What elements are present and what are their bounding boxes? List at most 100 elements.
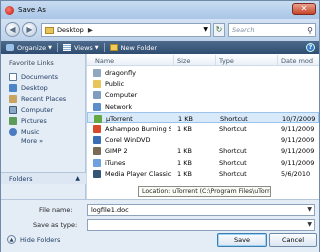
computer-icon	[9, 105, 17, 114]
chevron-down-icon[interactable]: ▼	[307, 220, 312, 230]
search-placeholder: Search	[232, 26, 255, 34]
sidebar-item-recent-places[interactable]: Recent Places	[1, 93, 85, 104]
hide-folders-label: Hide Folders	[20, 235, 61, 244]
file-row[interactable]: Computer	[87, 89, 319, 100]
window-title: Save As	[18, 6, 46, 14]
file-size: 1 KB	[177, 147, 192, 156]
file-row[interactable]: Media Player Classic 1 KB Shortcut 5/6/2010	[87, 168, 319, 179]
file-date: 9/11/2009	[281, 158, 315, 167]
file-name: µTorrent	[106, 114, 133, 123]
chevron-up-icon: ▲	[75, 175, 80, 182]
file-size: 1 KB	[177, 125, 192, 133]
file-date: 10/7/2009	[282, 114, 316, 123]
organize-button[interactable]: Organize ▼	[1, 41, 57, 54]
file-name: dragonfly	[105, 69, 136, 77]
column-header-type[interactable]: Type	[219, 57, 234, 65]
chevron-up-icon: ▲	[7, 235, 16, 244]
file-date: 9/11/2009	[281, 147, 315, 156]
save-type-label: Save as type:	[33, 221, 78, 229]
file-name: Network	[105, 102, 133, 111]
sidebar-item-desktop[interactable]: Desktop	[1, 82, 85, 93]
new-folder-icon	[109, 44, 118, 51]
location-tooltip: Location: uTorrent (C:\Program Files\uTo…	[138, 186, 271, 197]
documents-icon	[9, 72, 17, 81]
sidebar-item-label: Computer	[21, 105, 54, 114]
column-header-size[interactable]: Size	[177, 57, 190, 65]
recent-places-icon	[9, 94, 17, 103]
search-input[interactable]: Search ⚲	[228, 23, 316, 37]
column-divider[interactable]	[173, 55, 174, 65]
file-list: Name Size Type Date mod dragonfly Public C…	[87, 54, 319, 199]
chevron-down-icon[interactable]: ▼	[203, 26, 208, 33]
folders-toggle[interactable]: Folders ▲	[1, 172, 86, 184]
search-icon[interactable]: ⚲	[307, 25, 313, 37]
file-icon	[93, 69, 101, 77]
file-row[interactable]: Public	[87, 78, 319, 89]
breadcrumb-separator: ▶	[87, 26, 93, 34]
file-name-label: File name:	[39, 206, 73, 214]
folders-label: Folders	[9, 175, 33, 183]
file-name-input[interactable]: logfile1.doc ▼	[87, 204, 315, 216]
navigation-pane: Favorite Links Documents Desktop Recent …	[1, 54, 86, 199]
forward-button[interactable]: ▶	[22, 22, 37, 37]
title-bar: Save As ✕	[1, 1, 319, 19]
new-folder-label: New Folder	[120, 43, 157, 52]
sidebar-item-pictures[interactable]: Pictures	[1, 115, 85, 126]
cancel-button[interactable]: Cancel	[269, 233, 317, 247]
sidebar-item-music[interactable]: Music	[1, 126, 85, 137]
file-date: 9/11/2009	[281, 136, 315, 145]
address-bar[interactable]: Desktop ▶ ▼	[41, 23, 211, 37]
help-icon[interactable]: ?	[306, 43, 315, 52]
column-divider[interactable]	[215, 55, 216, 65]
chevron-down-icon: ▼	[94, 44, 99, 51]
file-icon	[93, 147, 101, 156]
file-icon	[93, 91, 101, 100]
save-type-select[interactable]: ▼	[87, 219, 315, 231]
sidebar-item-label: Recent Places	[21, 94, 67, 103]
file-icon	[93, 136, 101, 145]
app-icon	[5, 5, 14, 15]
file-type: Shortcut	[220, 114, 248, 123]
file-name: iTunes	[105, 158, 126, 167]
file-name: Media Player Classic	[105, 169, 171, 178]
close-button[interactable]: ✕	[292, 3, 316, 15]
refresh-button[interactable]: ↻	[213, 23, 225, 37]
file-row[interactable]: dragonfly	[87, 67, 319, 78]
chevron-down-icon: ▼	[48, 44, 52, 51]
file-size: 1 KB	[177, 169, 192, 178]
hide-folders-button[interactable]: ▲ Hide Folders	[7, 235, 60, 244]
column-header-row: Name Size Type Date mod	[87, 54, 319, 66]
organize-icon	[6, 44, 14, 51]
column-divider[interactable]	[277, 55, 278, 65]
chevron-down-icon[interactable]: ▼	[307, 205, 312, 215]
file-date: 5/6/2010	[281, 169, 311, 178]
file-icon	[93, 158, 101, 167]
more-link[interactable]: More »	[1, 137, 85, 147]
folder-icon	[45, 26, 54, 34]
file-row[interactable]: Corel WinDVD 9/11/2009	[87, 134, 319, 145]
favorite-links-heading: Favorite Links	[9, 59, 54, 67]
sidebar-item-label: Desktop	[21, 83, 48, 92]
file-name: GIMP 2	[105, 147, 128, 156]
file-type: Shortcut	[219, 169, 247, 178]
desktop-icon	[9, 83, 17, 92]
file-row[interactable]: Ashampoo Burning St... 1 KB Shortcut 9/11/2…	[87, 123, 319, 134]
column-header-name[interactable]: Name	[95, 57, 114, 65]
save-as-dialog: Save As ✕ ◀ ▶ Desktop ▶ ▼ ↻ Search ⚲ Org…	[0, 0, 320, 252]
new-folder-button[interactable]: New Folder	[105, 41, 162, 54]
file-row[interactable]: µTorrent 1 KB Shortcut 10/7/2009	[87, 111, 319, 123]
file-icon	[94, 114, 102, 123]
file-row[interactable]: iTunes 1 KB Shortcut 9/11/2009	[87, 157, 319, 168]
sidebar-item-computer[interactable]: Computer	[1, 104, 85, 115]
column-header-date[interactable]: Date mod	[281, 57, 313, 65]
file-row[interactable]: GIMP 2 1 KB Shortcut 9/11/2009	[87, 145, 319, 156]
organize-label: Organize	[17, 43, 47, 52]
save-button[interactable]: Save	[217, 233, 267, 247]
sidebar-item-documents[interactable]: Documents	[1, 71, 85, 82]
file-row[interactable]: Network	[87, 101, 319, 112]
back-button[interactable]: ◀	[5, 22, 20, 37]
views-button[interactable]: Views ▼	[58, 41, 104, 54]
file-icon	[93, 125, 101, 133]
file-icon	[93, 169, 101, 178]
file-name: Computer	[105, 91, 138, 100]
